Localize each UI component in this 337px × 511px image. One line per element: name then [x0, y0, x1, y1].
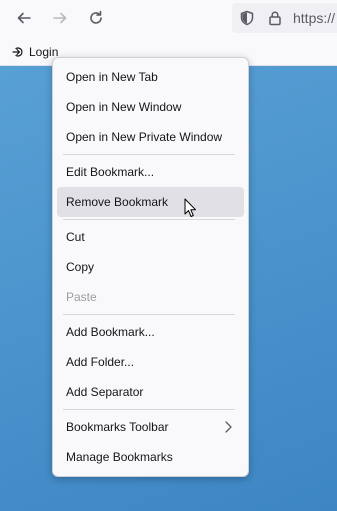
lock-icon[interactable] [267, 10, 283, 26]
menu-item-label: Add Folder... [66, 355, 135, 369]
url-bar[interactable]: https:// [232, 3, 337, 33]
menu-item-cut[interactable]: Cut [57, 222, 244, 252]
menu-item-label: Paste [66, 290, 97, 304]
menu-item-label: Open in New Private Window [66, 130, 223, 144]
menu-item-remove-bookmark[interactable]: Remove Bookmark [57, 187, 244, 217]
menu-separator [63, 219, 235, 220]
browser-toolbar: https:// [0, 0, 337, 37]
menu-item-open-new-tab[interactable]: Open in New Tab [57, 62, 244, 92]
menu-item-label: Add Separator [66, 385, 144, 399]
menu-item-label: Remove Bookmark [66, 195, 169, 209]
menu-item-label: Edit Bookmark... [66, 165, 155, 179]
back-button[interactable] [10, 4, 38, 32]
mouse-cursor-icon [184, 198, 196, 217]
shield-icon[interactable] [239, 10, 255, 26]
menu-item-manage-bookmarks[interactable]: Manage Bookmarks [57, 442, 244, 472]
menu-item-open-new-window[interactable]: Open in New Window [57, 92, 244, 122]
bookmark-login[interactable]: Login [12, 44, 58, 60]
menu-item-add-folder[interactable]: Add Folder... [57, 347, 244, 377]
menu-item-label: Bookmarks Toolbar [66, 420, 169, 434]
menu-item-copy[interactable]: Copy [57, 252, 244, 282]
url-text: https:// [293, 10, 336, 26]
reload-button[interactable] [82, 4, 110, 32]
menu-separator [63, 409, 235, 410]
menu-item-label: Open in New Window [66, 100, 182, 114]
bookmark-context-menu: Open in New Tab Open in New Window Open … [52, 57, 249, 477]
menu-separator [63, 154, 235, 155]
back-arrow-icon [17, 12, 31, 24]
chevron-right-icon [225, 421, 232, 433]
menu-item-edit-bookmark[interactable]: Edit Bookmark... [57, 157, 244, 187]
menu-separator [63, 314, 235, 315]
menu-item-label: Open in New Tab [66, 70, 158, 84]
menu-item-label: Add Bookmark... [66, 325, 155, 339]
menu-item-open-private-window[interactable]: Open in New Private Window [57, 122, 244, 152]
reload-icon [90, 10, 102, 24]
menu-item-add-separator[interactable]: Add Separator [57, 377, 244, 407]
menu-item-bookmarks-toolbar[interactable]: Bookmarks Toolbar [57, 412, 244, 442]
menu-item-label: Copy [66, 260, 95, 274]
login-icon [12, 47, 23, 57]
forward-arrow-icon [53, 12, 67, 24]
forward-button[interactable] [46, 4, 74, 32]
menu-item-label: Cut [66, 230, 85, 244]
menu-item-label: Manage Bookmarks [66, 450, 173, 464]
menu-item-paste: Paste [57, 282, 244, 312]
menu-item-add-bookmark[interactable]: Add Bookmark... [57, 317, 244, 347]
